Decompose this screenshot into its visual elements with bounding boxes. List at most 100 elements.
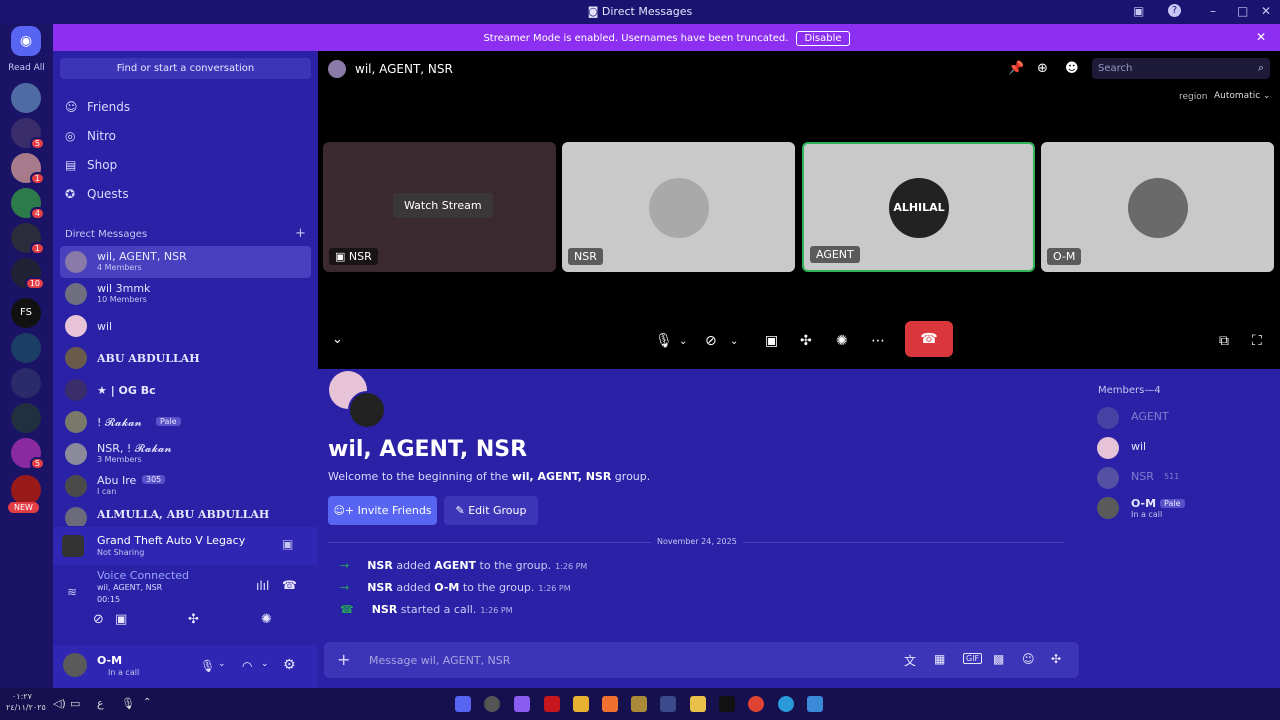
dm-item[interactable]: wil, AGENT, NSR 4 Members [60, 246, 311, 278]
add-attachment-icon[interactable]: + [337, 650, 350, 669]
soundboard-icon[interactable]: ✺ [261, 612, 272, 627]
gif-icon[interactable]: GIF [963, 653, 983, 664]
volume-icon[interactable]: ◁) [53, 697, 66, 710]
server-icon-2[interactable]: 5 [11, 118, 45, 150]
dm-item[interactable]: Abu Ire 305 I can [60, 470, 311, 502]
help-icon[interactable]: ? [1168, 4, 1181, 17]
language-indicator[interactable]: ع [97, 697, 104, 710]
server-icon-8[interactable] [11, 368, 41, 398]
camera-off-icon[interactable]: ⊘ [93, 612, 104, 627]
fullscreen-icon[interactable]: ⛶ [1252, 333, 1262, 349]
app-icon[interactable] [631, 696, 647, 712]
video-tile-nsr[interactable]: NSR [562, 142, 795, 272]
member-item[interactable]: NSR 511 [1097, 465, 1273, 491]
discord-app-icon[interactable] [455, 696, 471, 712]
sticker-icon[interactable]: ▩ [993, 652, 1004, 666]
screen-share-button[interactable]: ▣ [115, 612, 127, 627]
video-tile-stream[interactable]: Watch Stream ▣ NSR [323, 142, 556, 272]
file-explorer-icon[interactable] [690, 696, 706, 712]
headphones-icon[interactable]: ◠ [242, 659, 252, 673]
minimize-button[interactable]: – [1210, 4, 1216, 18]
discord-home-icon[interactable]: ◉ [11, 26, 41, 56]
chevron-down-icon[interactable]: ⌄ [679, 336, 687, 347]
chevron-down-icon[interactable]: ⌄ [730, 336, 738, 347]
app-icon[interactable] [573, 696, 589, 712]
nav-friends[interactable]: ☺ Friends [65, 100, 130, 124]
windows-start-icon[interactable] [807, 696, 823, 712]
voice-channel[interactable]: wil, AGENT, NSR [97, 583, 162, 592]
tiktok-icon[interactable] [719, 696, 735, 712]
search-input[interactable]: Search ⌕ [1092, 58, 1270, 79]
dm-item[interactable]: ABU ABDULLAH [60, 342, 311, 374]
settings-gear-icon[interactable]: ⚙ [283, 657, 296, 673]
dm-item[interactable]: ALMULLA, ABU ABDULLAH [60, 502, 311, 526]
soundboard-icon[interactable]: ✺ [836, 333, 848, 349]
close-banner-icon[interactable]: ✕ [1256, 30, 1266, 44]
app-icon[interactable] [514, 696, 530, 712]
chevron-down-icon[interactable]: ⌄ [261, 659, 269, 669]
nav-nitro[interactable]: ◎ Nitro [65, 129, 116, 153]
gift-icon[interactable]: ▦ [934, 652, 945, 666]
disable-streamer-mode-button[interactable]: Disable [796, 31, 850, 46]
create-dm-icon[interactable]: + [295, 226, 306, 241]
microphone-icon[interactable]: 🎙 [121, 697, 135, 710]
dm-item[interactable]: NSR, ! 𝓡𝓪𝓴𝓪𝓷 3 Members [60, 438, 311, 470]
server-icon-6[interactable]: 10 [11, 258, 45, 290]
hang-up-button[interactable]: ☎ [905, 321, 953, 357]
app-icon[interactable] [484, 696, 500, 712]
edit-group-button[interactable]: ✎ Edit Group [444, 496, 538, 525]
server-icon-9[interactable] [11, 403, 41, 433]
find-conversation-button[interactable]: Find or start a conversation [60, 58, 311, 79]
server-icon-1[interactable] [11, 83, 41, 113]
server-icon-10[interactable]: 5 [11, 438, 45, 470]
read-all-button[interactable]: Read All [0, 63, 53, 73]
pop-out-icon[interactable]: ⧉ [1219, 333, 1229, 349]
nav-quests[interactable]: ✪ Quests [65, 187, 129, 211]
microphone-icon[interactable]: 🎙 [655, 333, 673, 349]
network-icon[interactable]: ▭ [70, 697, 80, 710]
member-item[interactable]: O-M Pale In a call [1097, 495, 1273, 521]
watch-stream-button[interactable]: Watch Stream [393, 193, 493, 218]
camera-off-icon[interactable]: ⊘ [705, 333, 717, 349]
netflix-icon[interactable] [544, 696, 560, 712]
server-icon-11[interactable] [11, 475, 41, 505]
server-icon-7[interactable] [11, 333, 41, 363]
video-tile-agent[interactable]: ALHILAL AGENT [802, 142, 1035, 272]
server-icon-fs[interactable]: FS [11, 298, 41, 328]
invite-friends-button[interactable]: ☺+ Invite Friends [328, 496, 437, 525]
share-screen-icon[interactable]: ▣ [282, 537, 293, 551]
add-friend-icon[interactable]: ⊕ [1037, 61, 1048, 76]
member-item[interactable]: wil [1097, 435, 1273, 461]
collapse-chevron-icon[interactable]: ⌄ [332, 332, 343, 347]
message-input[interactable]: + Message wil, AGENT, NSR 文 ▦ GIF ▩ ☺ ✣ [324, 642, 1079, 678]
dm-item[interactable]: wil [60, 310, 311, 342]
edge-icon[interactable] [778, 696, 794, 712]
user-avatar[interactable] [63, 653, 87, 677]
activities-icon[interactable]: ✣ [188, 612, 199, 627]
chevron-up-icon[interactable]: ⌃ [143, 697, 151, 708]
chevron-down-icon[interactable]: ⌄ [218, 659, 226, 669]
apps-icon[interactable]: ✣ [1051, 652, 1061, 666]
close-window-button[interactable]: ✕ [1261, 4, 1271, 18]
chrome-icon[interactable] [748, 696, 764, 712]
disconnect-icon[interactable]: ☎ [282, 578, 297, 592]
dm-item[interactable]: ★ | OG Bc [60, 374, 311, 406]
members-icon[interactable]: ☻ [1065, 61, 1079, 76]
video-tile-om[interactable]: O-M [1041, 142, 1274, 272]
emoji-icon[interactable]: ☺ [1022, 652, 1035, 666]
server-icon-5[interactable]: 1 [11, 223, 45, 255]
nav-shop[interactable]: ▤ Shop [65, 158, 117, 182]
server-icon-3[interactable]: 1 [11, 153, 45, 185]
maximize-button[interactable]: □ [1237, 4, 1248, 18]
translate-icon[interactable]: 文 [904, 652, 916, 669]
activities-icon[interactable]: ✣ [800, 333, 812, 349]
member-item[interactable]: AGENT [1097, 405, 1273, 431]
screen-share-icon[interactable]: ▣ [1133, 4, 1144, 18]
server-icon-4[interactable]: 4 [11, 188, 45, 220]
microphone-icon[interactable]: 🎙 [200, 659, 215, 673]
screen-share-icon[interactable]: ▣ [765, 333, 778, 349]
store-icon[interactable] [660, 696, 676, 712]
voice-status[interactable]: Voice Connected [97, 569, 189, 582]
noise-suppression-icon[interactable]: ılıl [256, 579, 269, 593]
dm-item[interactable]: wil 3mmk 10 Members [60, 278, 311, 310]
